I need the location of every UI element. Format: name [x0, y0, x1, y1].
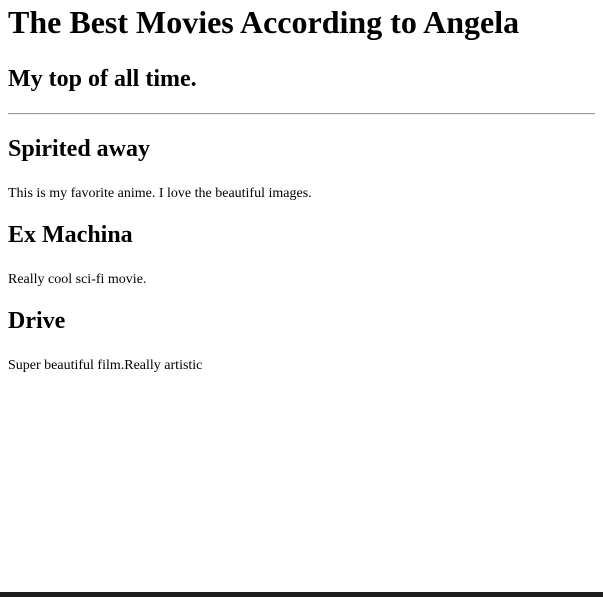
movie-entry: Spirited away This is my favorite anime.…: [8, 135, 595, 202]
page-content: The Best Movies According to Angela My t…: [0, 0, 603, 374]
movie-description: Super beautiful film.Really artistic: [8, 358, 203, 373]
movie-title: Drive: [8, 308, 66, 334]
movie-title: Spirited away: [8, 136, 151, 162]
movie-entry: Drive Super beautiful film.Really artist…: [8, 307, 595, 374]
movie-entry: Ex Machina Really cool sci-fi movie.: [8, 221, 595, 288]
page-subtitle: My top of all time.: [8, 66, 197, 92]
horizontal-divider: [8, 113, 595, 115]
page-title: The Best Movies According to Angela: [8, 4, 520, 40]
movie-title: Ex Machina: [8, 222, 133, 248]
movie-description: Really cool sci-fi movie.: [8, 272, 147, 287]
window-bottom-edge: [0, 592, 603, 597]
movie-description: This is my favorite anime. I love the be…: [8, 186, 312, 201]
